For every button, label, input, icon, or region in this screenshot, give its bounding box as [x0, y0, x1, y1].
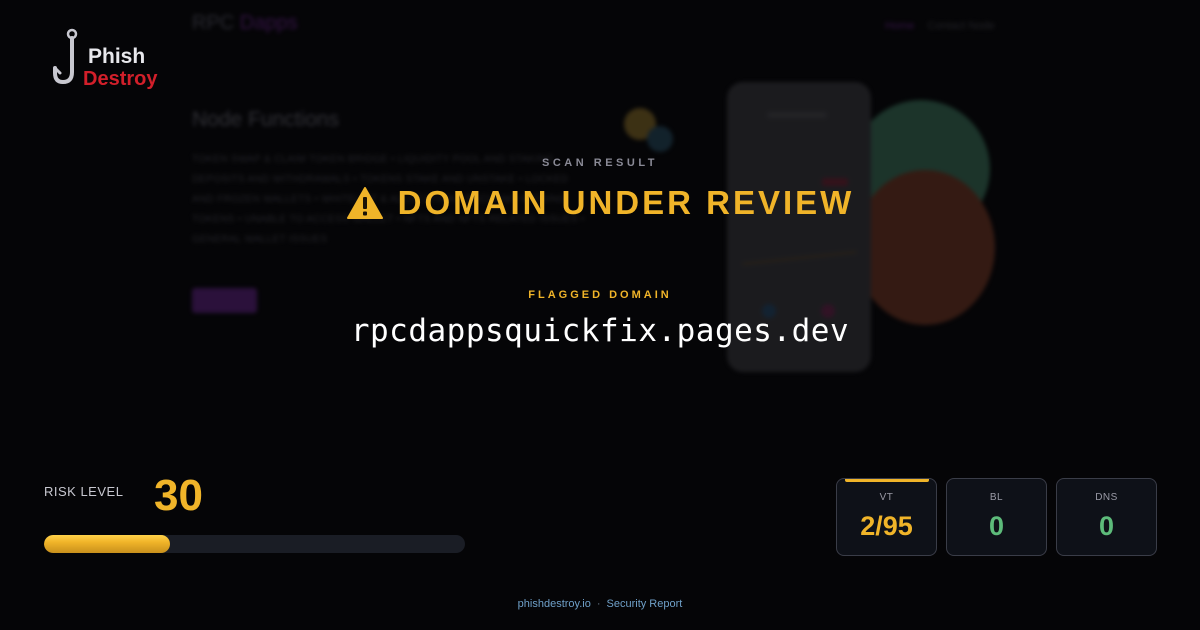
footer: phishdestroy.io · Security Report — [0, 598, 1200, 610]
risk-level-label: RISK LEVEL — [44, 484, 124, 499]
scan-result-label: SCAN RESULT — [542, 157, 658, 169]
stat-card-bl: BL 0 — [946, 478, 1047, 556]
risk-level-bar-fill — [44, 535, 171, 553]
flagged-domain: rpcdappsquickfix.pages.dev — [350, 313, 850, 349]
risk-level-bar — [44, 535, 465, 553]
site-nav: Home Contact Node — [885, 20, 995, 32]
stat-card-label: DNS — [1095, 492, 1118, 503]
stat-card-value: 0 — [988, 511, 1005, 541]
footer-report-text: Security Report — [606, 598, 683, 610]
scan-status: DOMAIN UNDER REVIEW — [0, 184, 1200, 222]
footer-site-link[interactable]: phishdestroy.io — [518, 598, 591, 610]
stat-card-accent — [845, 479, 929, 482]
coin-icon — [647, 126, 673, 152]
node-functions-title: Node Functions — [192, 108, 340, 131]
stat-card-value: 0 — [1098, 511, 1115, 541]
site-brand-prefix: RPC — [192, 12, 235, 34]
logo-word-phish: Phish — [88, 45, 146, 68]
stat-card-vt: VT 2/95 — [836, 478, 937, 556]
site-nav-contact: Contact Node — [927, 20, 995, 32]
site-nav-home: Home — [885, 20, 915, 32]
phone-chart-line — [742, 250, 857, 266]
stat-card-value: 2/95 — [860, 511, 913, 541]
site-brand-accent: Dapps — [239, 12, 298, 34]
flagged-domain-label: FLAGGED DOMAIN — [528, 289, 672, 301]
stat-card-label: VT — [879, 492, 894, 503]
phone-header — [767, 112, 827, 118]
site-brand: RPC Dapps — [192, 12, 298, 35]
stat-card-label: BL — [989, 492, 1004, 503]
warning-icon — [346, 187, 383, 219]
phishdestroy-logo: Phish Destroy — [50, 28, 170, 94]
scan-status-text: DOMAIN UNDER REVIEW — [397, 184, 855, 221]
risk-level-value: 30 — [154, 471, 203, 520]
footer-separator: · — [596, 598, 601, 610]
stat-card-dns: DNS 0 — [1056, 478, 1157, 556]
logo-word-destroy: Destroy — [83, 68, 158, 90]
